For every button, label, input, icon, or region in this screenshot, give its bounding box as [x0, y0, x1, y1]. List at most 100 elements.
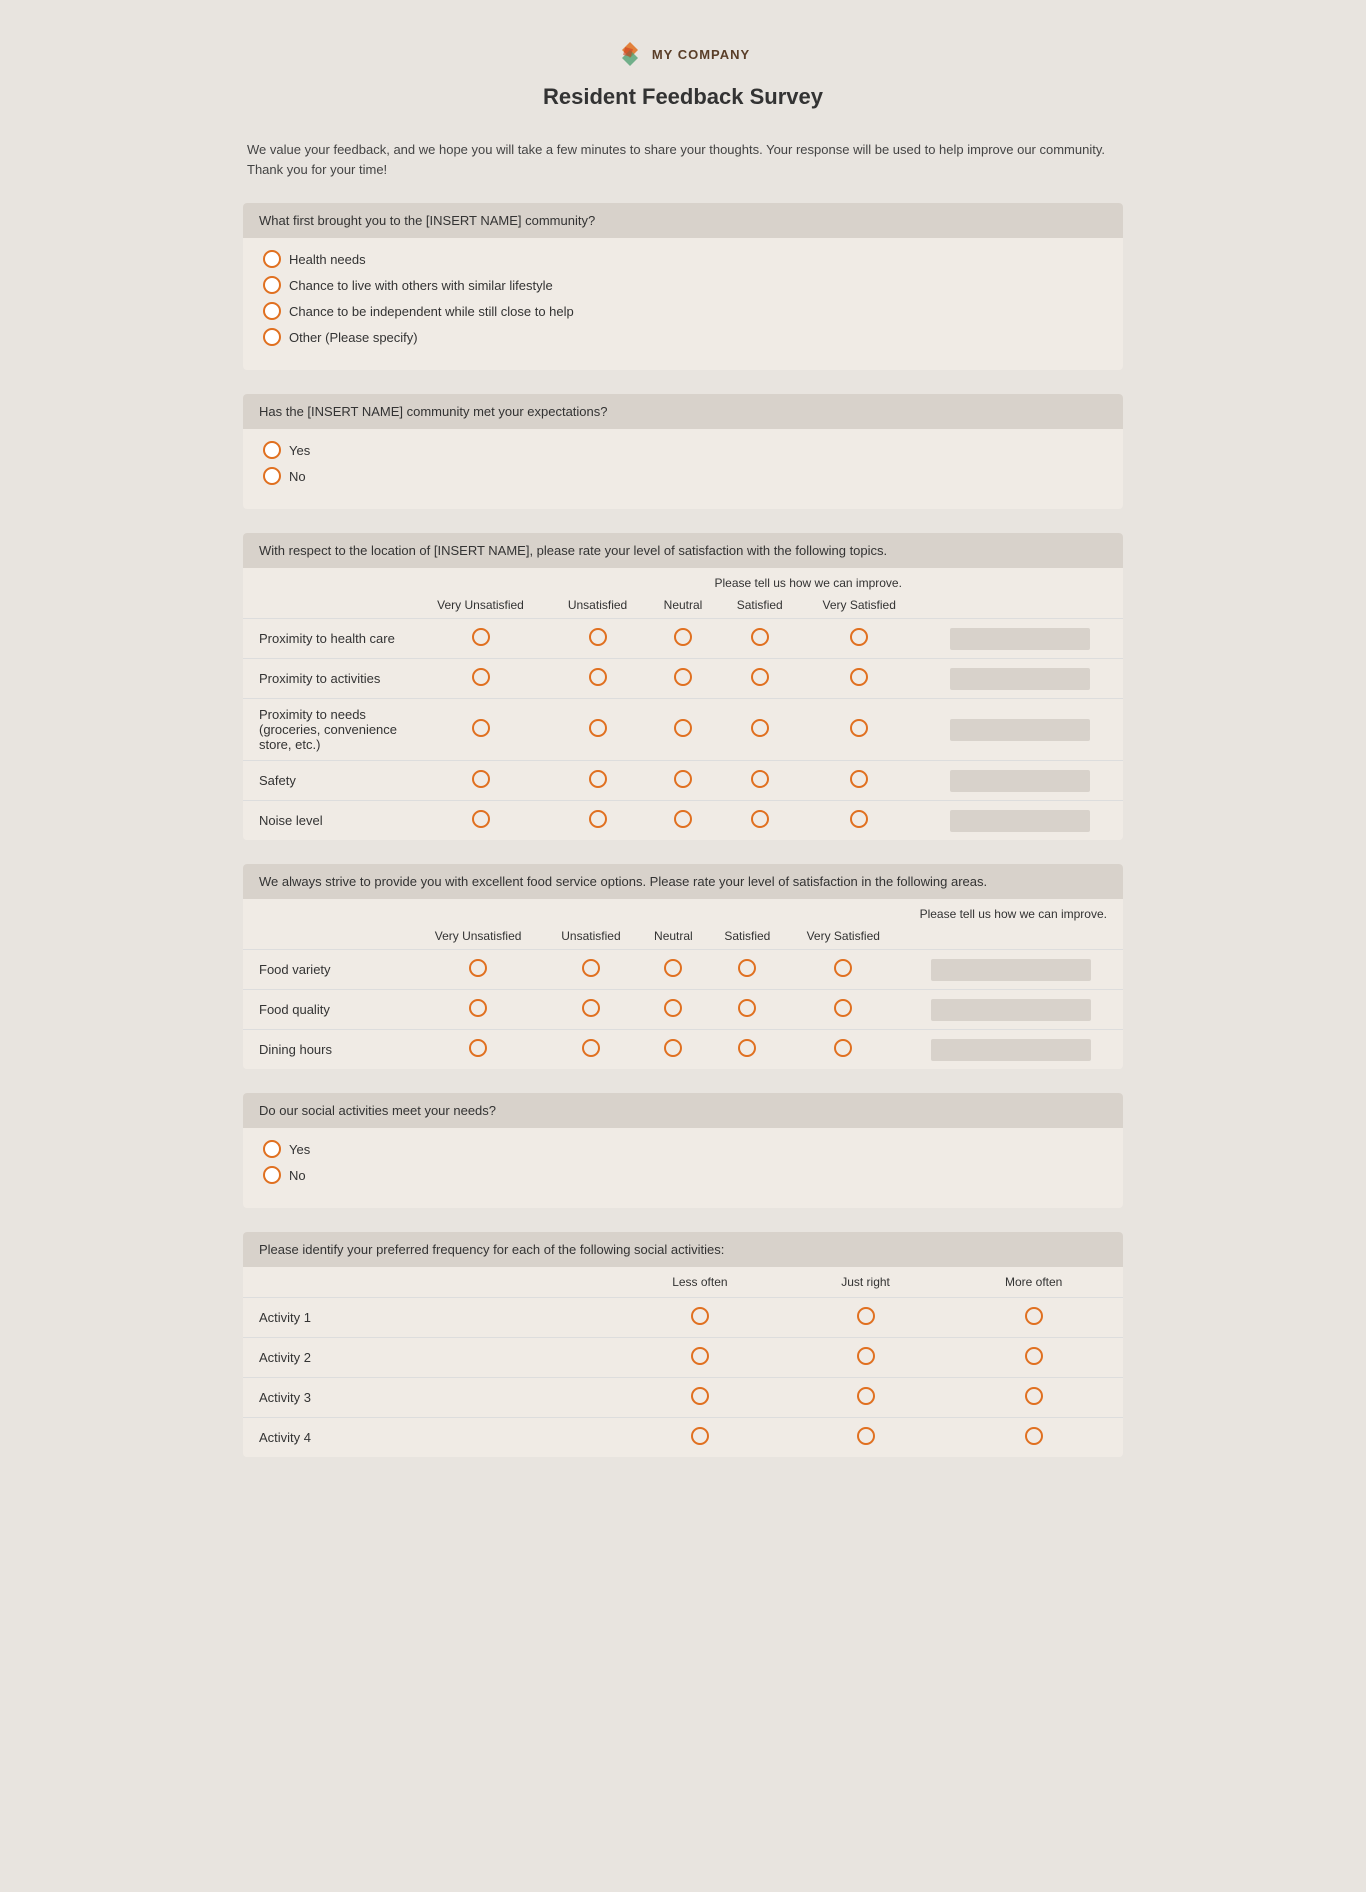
q6-col-more-often: More often [944, 1267, 1123, 1298]
q4-row1-col1[interactable] [413, 950, 543, 990]
q4-row1-improve-input[interactable] [931, 959, 1091, 981]
question-2-section: Has the [INSERT NAME] community met your… [243, 394, 1123, 509]
q3-row2-col3[interactable] [647, 659, 719, 699]
q3-row1-col4[interactable] [719, 619, 801, 659]
q1-option-4[interactable]: Other (Please specify) [263, 328, 1103, 346]
q3-row1-col3[interactable] [647, 619, 719, 659]
q3-row2-col1[interactable] [413, 659, 548, 699]
q4-row1-col2[interactable] [543, 950, 639, 990]
q4-row3-col5[interactable] [787, 1030, 900, 1070]
q5-radio-yes[interactable] [263, 1140, 281, 1158]
q6-row-1: Activity 1 [243, 1298, 1123, 1338]
q3-row5-improve-input[interactable] [950, 810, 1090, 832]
q5-radio-no[interactable] [263, 1166, 281, 1184]
q4-row1-col5[interactable] [787, 950, 900, 990]
q3-row5-col3[interactable] [647, 801, 719, 841]
q2-option-yes[interactable]: Yes [263, 441, 1103, 459]
q4-row3-col2[interactable] [543, 1030, 639, 1070]
q4-row2-improve-input[interactable] [931, 999, 1091, 1021]
q6-row4-col2[interactable] [787, 1418, 945, 1458]
q3-row4-col5[interactable] [800, 761, 917, 801]
q3-row4-label: Safety [243, 761, 413, 801]
q3-row4-col3[interactable] [647, 761, 719, 801]
q3-row5-improve[interactable] [918, 801, 1123, 841]
q3-row4-col2[interactable] [548, 761, 647, 801]
q6-row2-label: Activity 2 [243, 1338, 613, 1378]
q3-row3-col2[interactable] [548, 699, 647, 761]
q4-row1-improve[interactable] [900, 950, 1123, 990]
q4-row3-improve-input[interactable] [931, 1039, 1091, 1061]
question-1-section: What first brought you to the [INSERT NA… [243, 203, 1123, 370]
q6-row3-label: Activity 3 [243, 1378, 613, 1418]
q1-option-1[interactable]: Health needs [263, 250, 1103, 268]
q6-row3-col2[interactable] [787, 1378, 945, 1418]
q6-row2-col3[interactable] [944, 1338, 1123, 1378]
q3-row3-col1[interactable] [413, 699, 548, 761]
q6-row4-col1[interactable] [613, 1418, 787, 1458]
q3-row2-col4[interactable] [719, 659, 801, 699]
q4-row1-col3[interactable] [639, 950, 708, 990]
q3-row5-col1[interactable] [413, 801, 548, 841]
q1-option-2[interactable]: Chance to live with others with similar … [263, 276, 1103, 294]
q4-row-3: Dining hours [243, 1030, 1123, 1070]
q4-row2-col2[interactable] [543, 990, 639, 1030]
q3-row4-col4[interactable] [719, 761, 801, 801]
q4-row1-col4[interactable] [708, 950, 787, 990]
q3-row3-col3[interactable] [647, 699, 719, 761]
question-1-header: What first brought you to the [INSERT NA… [243, 203, 1123, 238]
q1-option-3[interactable]: Chance to be independent while still clo… [263, 302, 1103, 320]
q3-row2-col2[interactable] [548, 659, 647, 699]
q4-row2-col4[interactable] [708, 990, 787, 1030]
q3-col-very-unsatisfied: Very Unsatisfied [413, 592, 548, 619]
q2-radio-no[interactable] [263, 467, 281, 485]
q3-row2-col5[interactable] [800, 659, 917, 699]
q6-row3-col1[interactable] [613, 1378, 787, 1418]
q4-row-1: Food variety [243, 950, 1123, 990]
q3-row5-col5[interactable] [800, 801, 917, 841]
q3-row2-improve-input[interactable] [950, 668, 1090, 690]
q4-row2-col5[interactable] [787, 990, 900, 1030]
q3-row1-improve[interactable] [918, 619, 1123, 659]
q3-row1-col5[interactable] [800, 619, 917, 659]
q3-row4-col1[interactable] [413, 761, 548, 801]
q5-option-yes[interactable]: Yes [263, 1140, 1103, 1158]
q3-row3-improve-input[interactable] [950, 719, 1090, 741]
q6-row1-col2[interactable] [787, 1298, 945, 1338]
q3-row4-improve[interactable] [918, 761, 1123, 801]
q4-row2-col3[interactable] [639, 990, 708, 1030]
q4-col-improve [900, 923, 1123, 950]
q6-row2-col1[interactable] [613, 1338, 787, 1378]
q2-radio-yes[interactable] [263, 441, 281, 459]
question-4-header: We always strive to provide you with exc… [243, 864, 1123, 899]
q1-radio-4[interactable] [263, 328, 281, 346]
q6-row4-col3[interactable] [944, 1418, 1123, 1458]
q1-radio-3[interactable] [263, 302, 281, 320]
q6-row3-col3[interactable] [944, 1378, 1123, 1418]
q3-row5-col4[interactable] [719, 801, 801, 841]
company-logo-icon [616, 40, 644, 68]
q4-row3-col1[interactable] [413, 1030, 543, 1070]
q6-row2-col2[interactable] [787, 1338, 945, 1378]
q3-row1-col1[interactable] [413, 619, 548, 659]
q1-radio-2[interactable] [263, 276, 281, 294]
q3-header-row: Very Unsatisfied Unsatisfied Neutral Sat… [243, 592, 1123, 619]
q3-row5-col2[interactable] [548, 801, 647, 841]
q6-row1-col3[interactable] [944, 1298, 1123, 1338]
q3-row4-improve-input[interactable] [950, 770, 1090, 792]
q1-radio-1[interactable] [263, 250, 281, 268]
q3-row1-col2[interactable] [548, 619, 647, 659]
q5-option-no[interactable]: No [263, 1166, 1103, 1184]
q3-row2-improve[interactable] [918, 659, 1123, 699]
q2-option-no[interactable]: No [263, 467, 1103, 485]
q3-row3-col5[interactable] [800, 699, 917, 761]
q4-row2-improve[interactable] [900, 990, 1123, 1030]
q3-row3-col4[interactable] [719, 699, 801, 761]
q4-row3-col4[interactable] [708, 1030, 787, 1070]
q3-row3-improve[interactable] [918, 699, 1123, 761]
q6-row1-col1[interactable] [613, 1298, 787, 1338]
q4-row3-col3[interactable] [639, 1030, 708, 1070]
q3-row1-improve-input[interactable] [950, 628, 1090, 650]
q4-row3-improve[interactable] [900, 1030, 1123, 1070]
q4-row2-col1[interactable] [413, 990, 543, 1030]
q4-row1-label: Food variety [243, 950, 413, 990]
